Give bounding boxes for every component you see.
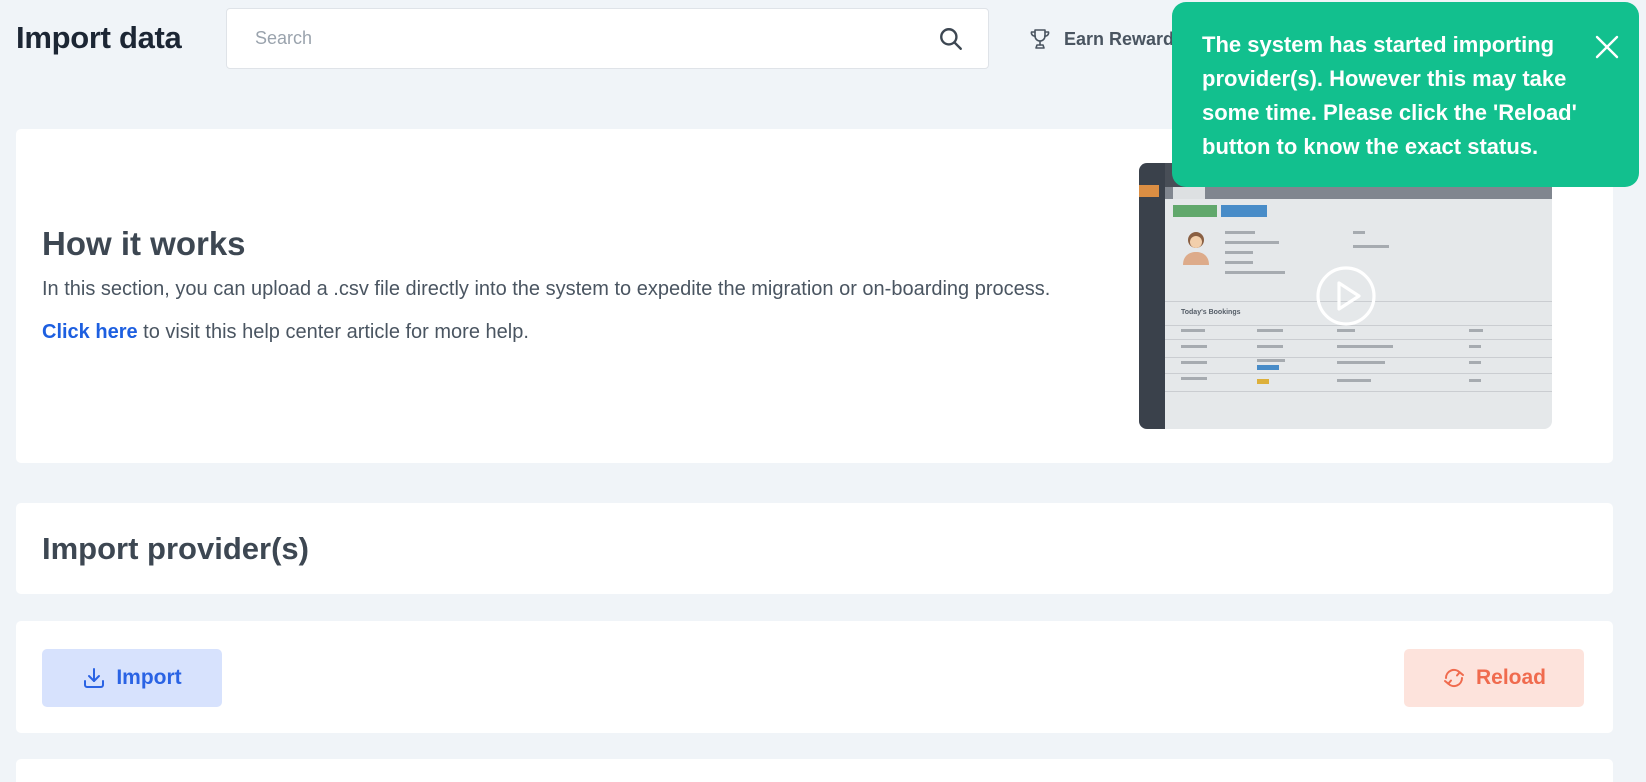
import-provider-title: Import provider(s): [42, 531, 309, 566]
refresh-icon: [1443, 668, 1464, 688]
import-button-label: Import: [116, 666, 182, 689]
help-center-link[interactable]: Click here: [42, 321, 138, 343]
close-icon[interactable]: [1592, 32, 1622, 62]
search-icon[interactable]: [938, 26, 964, 52]
trophy-icon: [1030, 29, 1050, 49]
search-box[interactable]: [226, 8, 989, 69]
earn-rewards-link[interactable]: Earn Rewards: [1028, 26, 1184, 52]
page-title: Import data: [16, 20, 182, 55]
help-center-suffix: to visit this help center article for mo…: [137, 321, 529, 343]
import-status-toast: The system has started importing provide…: [1172, 2, 1639, 187]
reload-button-label: Reload: [1475, 666, 1546, 689]
download-icon: [84, 668, 105, 688]
reload-button[interactable]: Reload: [1404, 649, 1584, 707]
how-it-works-title: How it works: [42, 225, 246, 262]
tutorial-video[interactable]: Today's Bookings: [1139, 163, 1552, 429]
help-center-text: Click here to visit this help center art…: [42, 321, 529, 344]
content-card-bottom: [16, 759, 1613, 782]
how-it-works-description: In this section, you can upload a .csv f…: [42, 278, 1051, 300]
import-actions-card: Import Reload: [16, 621, 1613, 733]
toast-message: The system has started importing provide…: [1202, 32, 1577, 159]
earn-rewards-label: Earn Rewards: [1064, 28, 1185, 49]
search-input[interactable]: [227, 9, 927, 68]
import-button[interactable]: Import: [42, 649, 222, 707]
play-icon[interactable]: [1315, 265, 1377, 327]
import-provider-card: Import provider(s): [16, 503, 1613, 594]
